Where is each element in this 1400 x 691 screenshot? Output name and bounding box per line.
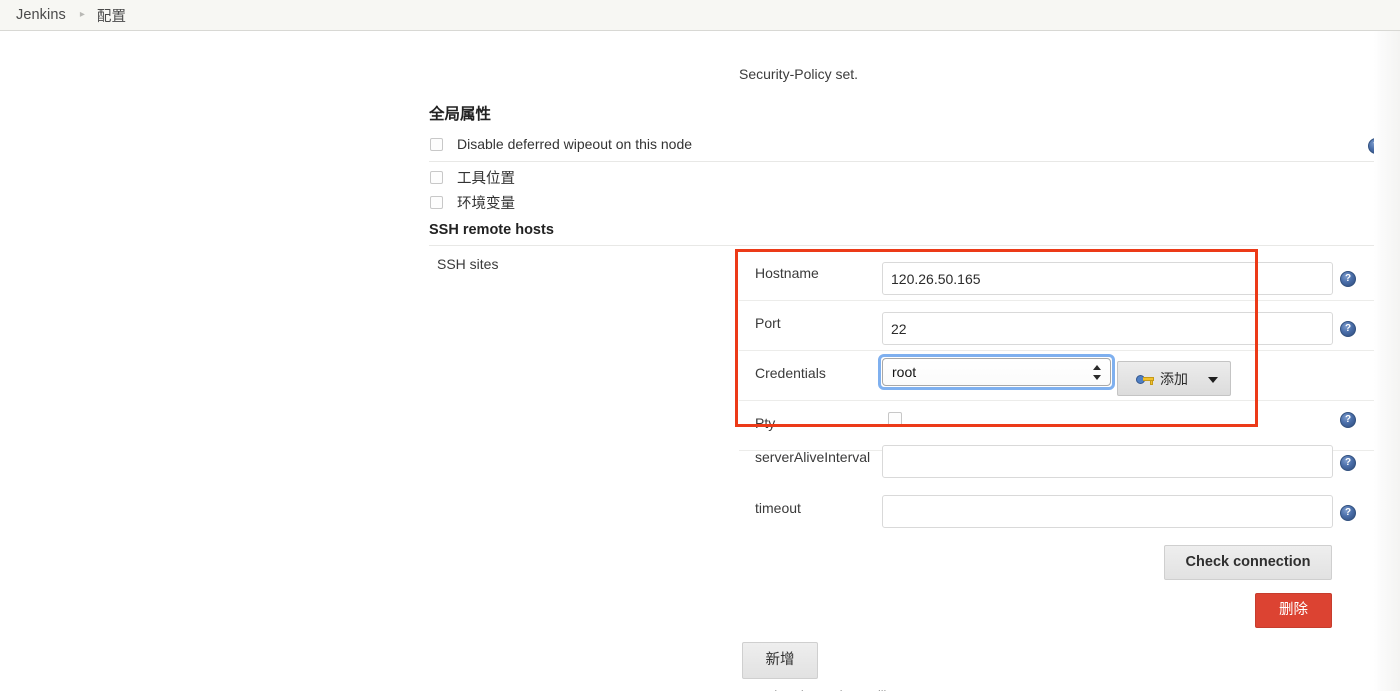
caret-down-icon[interactable] xyxy=(1208,377,1218,383)
help-icon-port[interactable]: ? xyxy=(1340,321,1356,337)
help-icon-server-alive-interval[interactable]: ? xyxy=(1340,455,1356,471)
field-label-server-alive-interval: serverAliveInterval xyxy=(755,449,871,465)
checkbox-label-disable-deferred-wipeout: Disable deferred wipeout on this node xyxy=(457,136,693,152)
stepper-arrows-icon xyxy=(1093,363,1102,383)
breadcrumb-bar: Jenkins ▸ 配置 xyxy=(0,0,1400,31)
port-input[interactable] xyxy=(882,312,1333,345)
timeout-input[interactable] xyxy=(882,495,1333,528)
section-title-global-properties: 全局属性 xyxy=(429,106,492,123)
credentials-select-wrapper[interactable]: root xyxy=(878,354,1115,390)
breadcrumb-separator-icon: ▸ xyxy=(79,9,85,20)
divider-above-ssh-sites xyxy=(429,245,1378,246)
delete-site-button[interactable]: 删除 xyxy=(1255,593,1332,628)
configuration-content: Security-Policy set. 全局属性 Disable deferr… xyxy=(0,31,1390,691)
security-policy-note: Security-Policy set. xyxy=(739,66,859,82)
credentials-selected-value: root xyxy=(892,364,917,380)
add-credentials-label: 添加 xyxy=(1160,370,1188,387)
divider-after-wipeout xyxy=(429,161,1378,162)
checkbox-label-tool-locations: 工具位置 xyxy=(457,171,515,187)
breadcrumb-item-jenkins[interactable]: Jenkins xyxy=(16,7,66,23)
checkbox-row-disable-deferred-wipeout[interactable]: Disable deferred wipeout on this node xyxy=(430,136,692,152)
checkbox-disable-deferred-wipeout[interactable] xyxy=(430,137,443,151)
field-label-timeout: timeout xyxy=(755,500,801,516)
checkbox-environment-variables[interactable] xyxy=(430,196,443,209)
credentials-select[interactable]: root xyxy=(882,358,1111,386)
key-icon xyxy=(1136,373,1154,385)
field-label-port: Port xyxy=(755,315,781,331)
checkbox-row-environment-variables[interactable]: 环境变量 xyxy=(430,192,515,213)
configuration-page: Security-Policy set. 全局属性 Disable deferr… xyxy=(0,31,1400,691)
pty-checkbox[interactable] xyxy=(888,412,902,426)
checkbox-label-environment-variables: 环境变量 xyxy=(457,196,515,212)
section-title-ssh-remote-hosts: SSH remote hosts xyxy=(429,222,554,238)
ssh-sites-row-label: SSH sites xyxy=(437,256,499,272)
help-icon-global-properties[interactable]: ? xyxy=(1368,138,1384,154)
help-icon-pty[interactable]: ? xyxy=(1340,412,1356,428)
field-label-credentials: Credentials xyxy=(755,365,826,381)
checkbox-row-tool-locations[interactable]: 工具位置 xyxy=(430,167,515,188)
add-credentials-button[interactable]: 添加 xyxy=(1117,361,1231,396)
server-alive-interval-input[interactable] xyxy=(882,445,1333,478)
add-ssh-site-button[interactable]: 新增 xyxy=(742,642,818,679)
field-label-hostname: Hostname xyxy=(755,265,819,281)
field-label-pty: Pty xyxy=(755,415,776,431)
help-icon-hostname[interactable]: ? xyxy=(1340,271,1356,287)
help-icon-timeout[interactable]: ? xyxy=(1340,505,1356,521)
breadcrumb-item-configure[interactable]: 配置 xyxy=(97,5,126,26)
checkbox-tool-locations[interactable] xyxy=(430,171,443,184)
hostname-input[interactable] xyxy=(882,262,1333,295)
check-connection-button[interactable]: Check connection xyxy=(1164,545,1332,580)
